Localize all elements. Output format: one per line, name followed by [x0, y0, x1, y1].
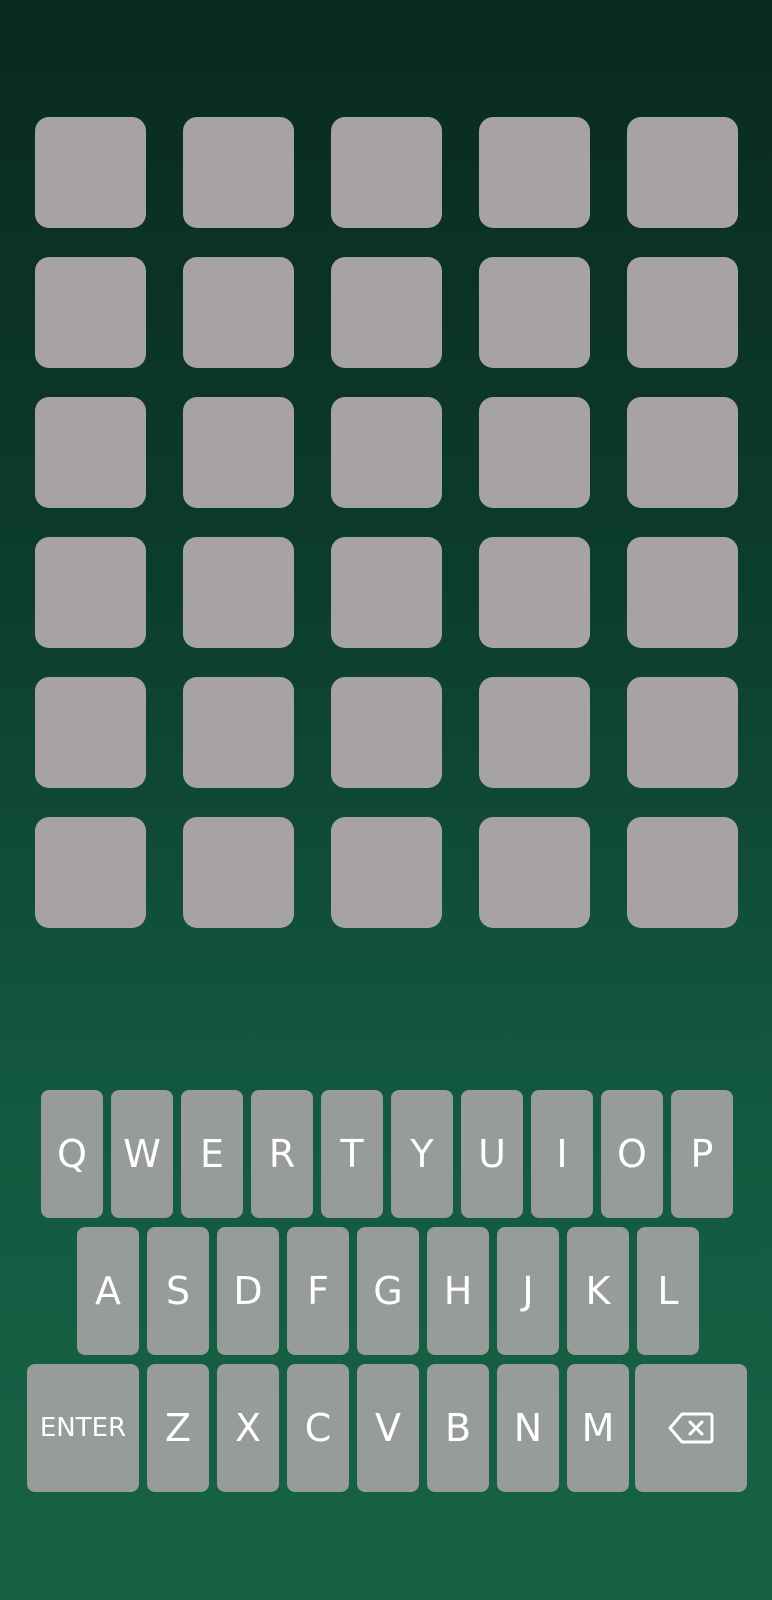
keyboard-row-3: ENTER Z X C V B N M [0, 1364, 772, 1492]
tile [183, 537, 294, 648]
tile [479, 537, 590, 648]
tile [479, 257, 590, 368]
backspace-icon [668, 1412, 714, 1444]
keyboard-row-1: Q W E R T Y U I O P [0, 1090, 772, 1218]
key-l[interactable]: L [637, 1227, 699, 1355]
key-o[interactable]: O [601, 1090, 663, 1218]
tile [331, 257, 442, 368]
tile [627, 257, 738, 368]
tile [479, 677, 590, 788]
tile [35, 817, 146, 928]
tile [331, 817, 442, 928]
key-a[interactable]: A [77, 1227, 139, 1355]
enter-key[interactable]: ENTER [27, 1364, 139, 1492]
tile [35, 257, 146, 368]
key-z[interactable]: Z [147, 1364, 209, 1492]
key-d[interactable]: D [217, 1227, 279, 1355]
key-u[interactable]: U [461, 1090, 523, 1218]
tile [627, 117, 738, 228]
tile [331, 677, 442, 788]
tile [479, 397, 590, 508]
tile [35, 397, 146, 508]
backspace-key[interactable] [635, 1364, 747, 1492]
tile [183, 677, 294, 788]
key-e[interactable]: E [181, 1090, 243, 1218]
tile [479, 117, 590, 228]
on-screen-keyboard: Q W E R T Y U I O P A S D F G H J K L EN… [0, 1090, 772, 1501]
key-f[interactable]: F [287, 1227, 349, 1355]
key-m[interactable]: M [567, 1364, 629, 1492]
tile [35, 117, 146, 228]
key-g[interactable]: G [357, 1227, 419, 1355]
key-x[interactable]: X [217, 1364, 279, 1492]
key-y[interactable]: Y [391, 1090, 453, 1218]
key-r[interactable]: R [251, 1090, 313, 1218]
tile [183, 397, 294, 508]
tile [627, 677, 738, 788]
key-s[interactable]: S [147, 1227, 209, 1355]
key-b[interactable]: B [427, 1364, 489, 1492]
tile [331, 117, 442, 228]
tile [35, 677, 146, 788]
keyboard-row-2: A S D F G H J K L [0, 1227, 772, 1355]
key-p[interactable]: P [671, 1090, 733, 1218]
tile [627, 817, 738, 928]
key-j[interactable]: J [497, 1227, 559, 1355]
key-v[interactable]: V [357, 1364, 419, 1492]
game-board [35, 117, 738, 928]
tile [331, 537, 442, 648]
tile [479, 817, 590, 928]
tile [183, 817, 294, 928]
tile [627, 537, 738, 648]
tile [183, 257, 294, 368]
key-w[interactable]: W [111, 1090, 173, 1218]
key-c[interactable]: C [287, 1364, 349, 1492]
key-i[interactable]: I [531, 1090, 593, 1218]
tile [35, 537, 146, 648]
key-t[interactable]: T [321, 1090, 383, 1218]
key-n[interactable]: N [497, 1364, 559, 1492]
tile [183, 117, 294, 228]
key-k[interactable]: K [567, 1227, 629, 1355]
tile [331, 397, 442, 508]
key-q[interactable]: Q [41, 1090, 103, 1218]
key-h[interactable]: H [427, 1227, 489, 1355]
tile [627, 397, 738, 508]
